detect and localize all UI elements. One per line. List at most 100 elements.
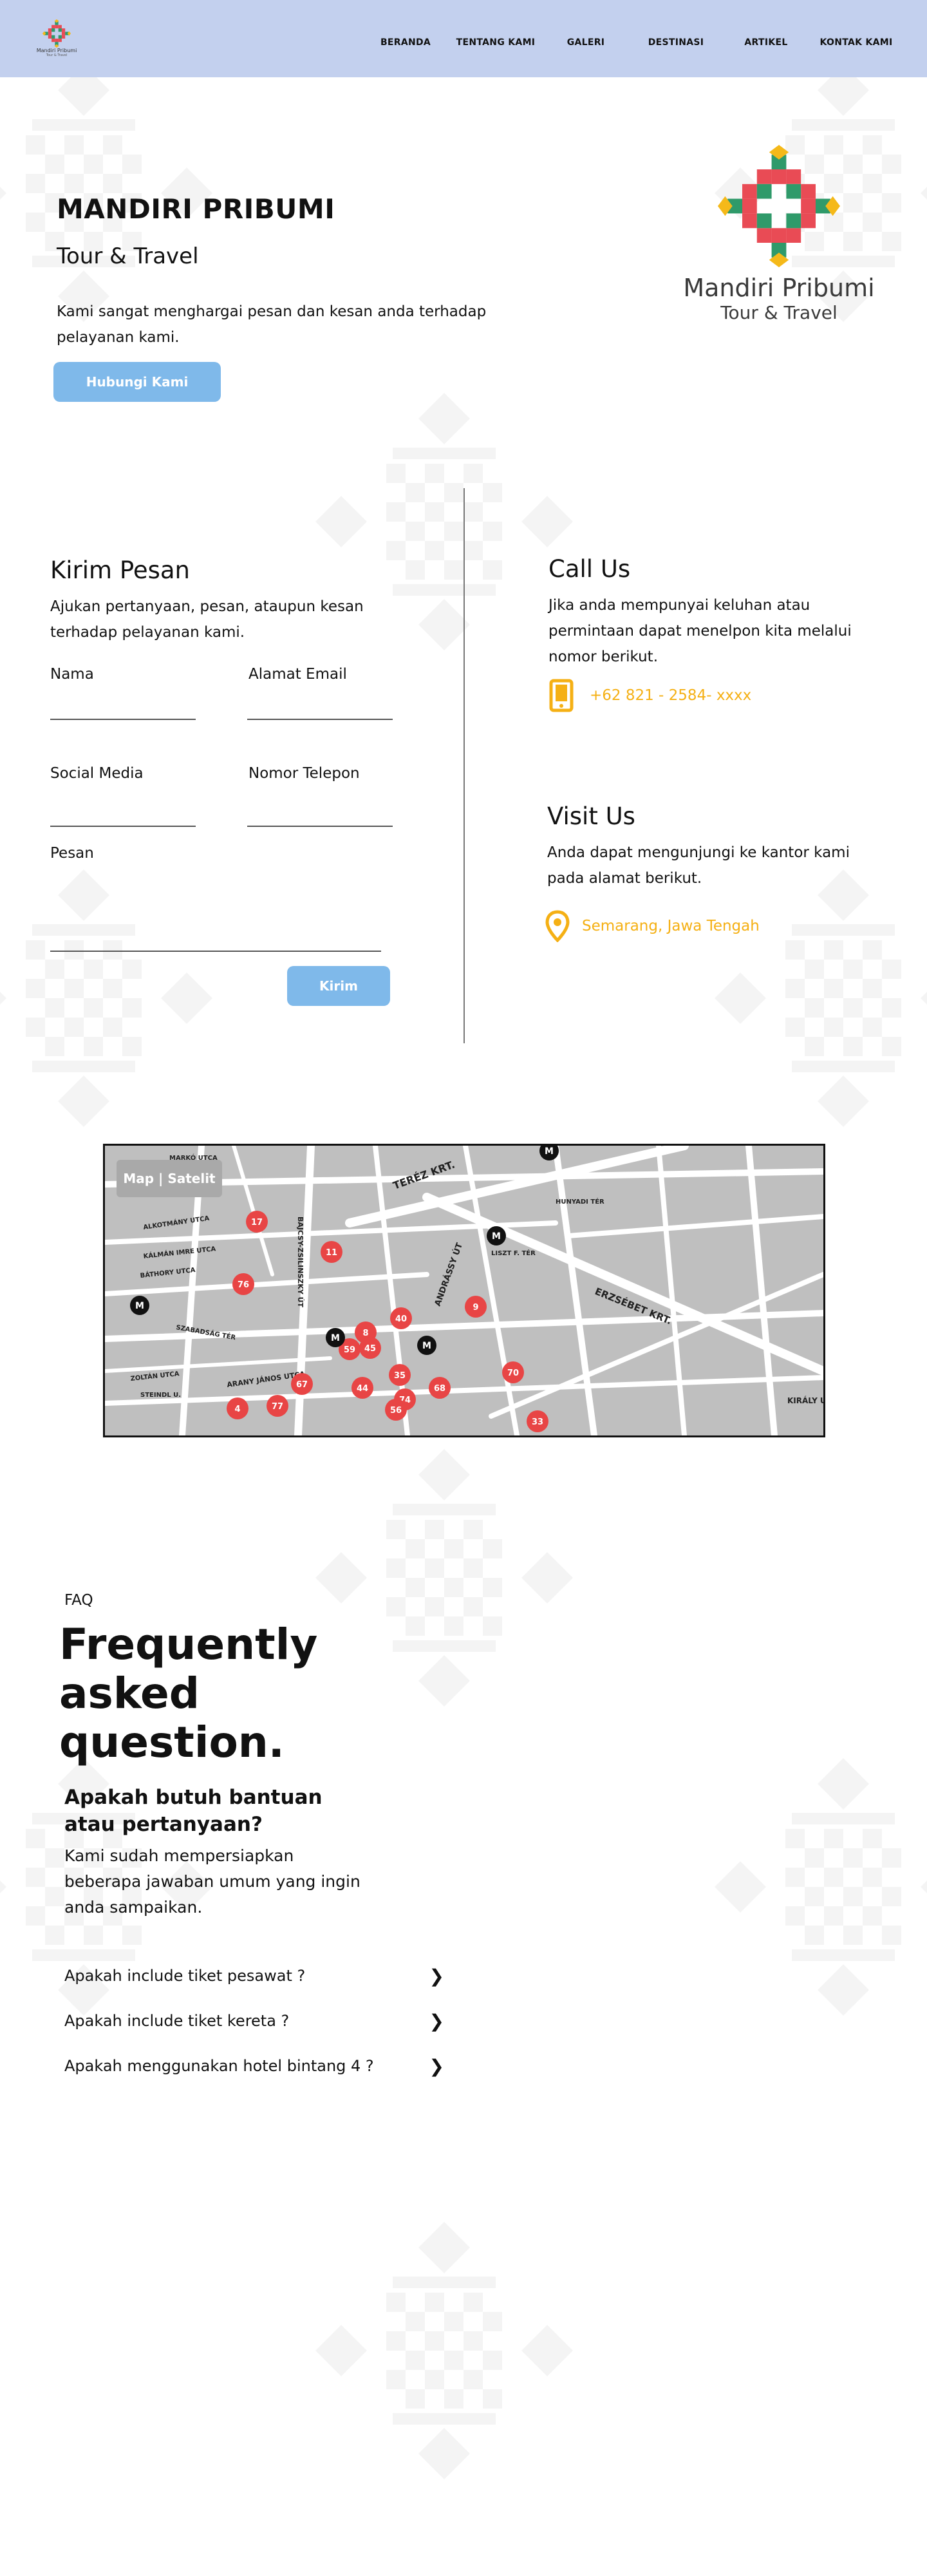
map-street-label: LISZT F. TÉR: [491, 1249, 536, 1257]
svg-text:M: M: [135, 1301, 144, 1311]
navbar: Mandiri Pribumi Tour & Travel BERANDA TE…: [0, 0, 927, 77]
hero-logo-brand: Mandiri Pribumi: [683, 274, 875, 302]
map-street: [232, 1146, 274, 1276]
faq-item[interactable]: Apakah include tiket kereta ? ❯: [64, 2008, 444, 2034]
hubungi-kami-button[interactable]: Hubungi Kami: [53, 362, 221, 402]
map-marker[interactable]: 11: [321, 1241, 342, 1263]
metro-station-icon[interactable]: M: [326, 1328, 345, 1347]
map-marker[interactable]: 45: [359, 1337, 381, 1359]
svg-text:70: 70: [507, 1368, 519, 1378]
phone-row[interactable]: +62 821 - 2584- xxxx: [547, 679, 751, 712]
name-input[interactable]: [50, 696, 196, 720]
nav-link-artikel[interactable]: ARTIKEL: [721, 37, 811, 48]
hero-subtitle: Tour & Travel: [57, 243, 199, 269]
map-marker[interactable]: 9: [465, 1296, 487, 1318]
email-input[interactable]: [247, 696, 393, 720]
phone-number[interactable]: +62 821 - 2584- xxxx: [590, 687, 751, 704]
map-marker[interactable]: 76: [232, 1273, 254, 1295]
chevron-right-icon[interactable]: ❯: [429, 2011, 444, 2032]
svg-text:8: 8: [362, 1329, 368, 1338]
message-label: Pesan: [50, 845, 94, 862]
nav-link-kontak-kami[interactable]: KONTAK KAMI: [811, 37, 901, 48]
phone-icon: [547, 679, 576, 712]
map-street-label: KIRÁLY UTCA: [787, 1396, 823, 1405]
faq-item[interactable]: Apakah menggunakan hotel bintang 4 ? ❯: [64, 2053, 444, 2079]
faq-item[interactable]: Apakah include tiket pesawat ? ❯: [64, 1963, 444, 1989]
map-street-label: HUNYADI TÉR: [556, 1197, 604, 1206]
svg-text:M: M: [331, 1333, 340, 1343]
faq-description: Kami sudah mempersiapkan beberapa jawaba…: [64, 1846, 360, 1917]
nav-logo[interactable]: Mandiri Pribumi Tour & Travel: [33, 19, 80, 62]
nav-menu: BERANDA TENTANG KAMI GALERI DESTINASI AR…: [360, 37, 901, 48]
map-street: [105, 1375, 823, 1406]
faq-kicker: FAQ: [64, 1592, 93, 1609]
map-street-label: KÁLMÁN IMRE UTCA: [143, 1244, 216, 1260]
svg-text:M: M: [422, 1341, 431, 1351]
kirim-button[interactable]: Kirim: [287, 966, 390, 1006]
map-street-label: ZOLTÁN UTCA: [130, 1369, 180, 1383]
location-pin-icon: [543, 909, 572, 943]
location-map[interactable]: TERÉZ KRT. ERZSÉBET KRT. ANDRÁSSY ÚT BAJCSY…: [103, 1144, 825, 1437]
map-marker[interactable]: 68: [429, 1377, 451, 1399]
svg-text:56: 56: [390, 1406, 402, 1416]
chevron-right-icon[interactable]: ❯: [429, 1965, 444, 1987]
address-row[interactable]: Semarang, Jawa Tengah: [543, 909, 760, 943]
hero-logo: Mandiri Pribumi Tour & Travel: [670, 145, 888, 323]
svg-text:33: 33: [532, 1417, 543, 1427]
mandiri-pribumi-logo-icon: [718, 145, 840, 267]
social-media-input[interactable]: [50, 802, 196, 827]
map-street-label: BAJCSY-ZSILINSZKY ÚT: [296, 1217, 304, 1308]
address-text[interactable]: Semarang, Jawa Tengah: [582, 918, 760, 934]
svg-text:35: 35: [394, 1371, 406, 1381]
svg-text:17: 17: [251, 1218, 263, 1227]
nav-link-tentang-kami[interactable]: TENTANG KAMI: [451, 37, 541, 48]
svg-text:67: 67: [296, 1380, 308, 1390]
map-marker[interactable]: 77: [267, 1395, 288, 1417]
mandiri-pribumi-logo-icon: [42, 19, 71, 48]
message-input[interactable]: [50, 927, 381, 952]
map-street-label: ALKOTMÁNY UTCA: [143, 1214, 211, 1231]
nav-link-destinasi[interactable]: DESTINASI: [631, 37, 721, 48]
map-street: [566, 1214, 823, 1238]
svg-text:68: 68: [434, 1384, 445, 1394]
nav-link-beranda[interactable]: BERANDA: [360, 37, 451, 48]
map-marker[interactable]: 40: [390, 1307, 412, 1329]
map-marker[interactable]: 17: [246, 1211, 268, 1233]
map-marker[interactable]: 44: [351, 1377, 373, 1399]
section-divider: [464, 488, 465, 1043]
call-us-title: Call Us: [548, 555, 631, 583]
nav-link-galeri[interactable]: GALERI: [541, 37, 631, 48]
map-street-label: ANDRÁSSY ÚT: [433, 1242, 465, 1308]
chevron-right-icon[interactable]: ❯: [429, 2056, 444, 2077]
map-street: [656, 1146, 687, 1435]
svg-text:M: M: [492, 1231, 501, 1242]
map-marker[interactable]: 4: [227, 1397, 248, 1419]
map-marker[interactable]: 56: [385, 1399, 407, 1421]
map-street: [745, 1146, 778, 1435]
map-marker[interactable]: 70: [502, 1361, 524, 1383]
map-satellite-toggle[interactable]: Map | Satelit: [117, 1160, 222, 1197]
svg-text:77: 77: [272, 1402, 283, 1412]
hero-title: MANDIRI PRIBUMI: [57, 193, 335, 225]
metro-station-icon[interactable]: M: [130, 1296, 149, 1315]
bg-ornament-icon: [309, 2215, 579, 2486]
bg-ornament-icon: [708, 863, 927, 1133]
svg-text:11: 11: [326, 1248, 337, 1258]
faq-question: Apakah menggunakan hotel bintang 4 ?: [64, 2057, 374, 2075]
metro-station-icon[interactable]: M: [487, 1226, 506, 1245]
map-street-label: STEINDL U.: [140, 1392, 181, 1399]
svg-text:4: 4: [234, 1405, 240, 1414]
hero-logo-tagline: Tour & Travel: [720, 302, 838, 323]
nav-logo-text: Mandiri Pribumi: [36, 48, 77, 53]
metro-station-icon[interactable]: M: [417, 1336, 436, 1355]
hero-description: Kami sangat menghargai pesan dan kesan a…: [57, 303, 487, 346]
svg-text:45: 45: [364, 1344, 376, 1354]
name-label: Nama: [50, 666, 94, 683]
faq-question: Apakah include tiket kereta ?: [64, 2012, 290, 2030]
phone-input[interactable]: [247, 802, 393, 827]
svg-text:40: 40: [395, 1314, 407, 1324]
map-marker[interactable]: 67: [291, 1373, 313, 1395]
map-street: [552, 1146, 597, 1435]
map-marker[interactable]: 33: [527, 1410, 548, 1432]
map-marker[interactable]: 35: [389, 1364, 411, 1386]
